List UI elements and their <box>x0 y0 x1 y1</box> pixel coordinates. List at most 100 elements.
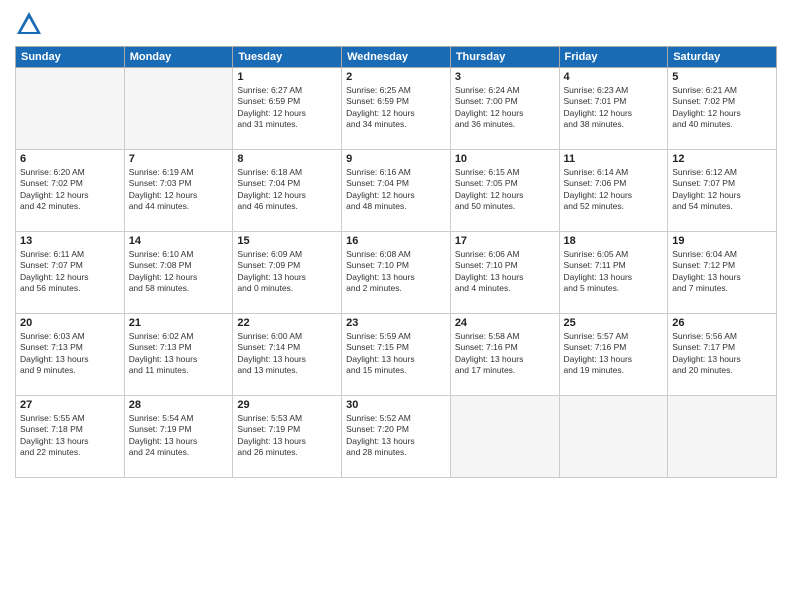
day-info: Sunrise: 6:10 AM Sunset: 7:08 PM Dayligh… <box>129 249 229 295</box>
day-number: 9 <box>346 153 446 165</box>
calendar-cell <box>16 68 125 150</box>
calendar-cell: 21 Sunrise: 6:02 AM Sunset: 7:13 PM Dayli… <box>124 314 233 396</box>
day-number: 22 <box>237 317 337 329</box>
day-number: 24 <box>455 317 555 329</box>
day-number: 25 <box>564 317 664 329</box>
day-info: Sunrise: 6:14 AM Sunset: 7:06 PM Dayligh… <box>564 167 664 213</box>
day-number: 4 <box>564 71 664 83</box>
calendar-cell: 7 Sunrise: 6:19 AM Sunset: 7:03 PM Daylig… <box>124 150 233 232</box>
day-number: 6 <box>20 153 120 165</box>
calendar-table: SundayMondayTuesdayWednesdayThursdayFrid… <box>15 46 777 478</box>
calendar-cell: 8 Sunrise: 6:18 AM Sunset: 7:04 PM Daylig… <box>233 150 342 232</box>
calendar-body: 1 Sunrise: 6:27 AM Sunset: 6:59 PM Daylig… <box>16 68 777 478</box>
calendar-week-4: 27 Sunrise: 5:55 AM Sunset: 7:18 PM Dayli… <box>16 396 777 478</box>
day-info: Sunrise: 5:57 AM Sunset: 7:16 PM Dayligh… <box>564 331 664 377</box>
header <box>15 10 777 38</box>
day-info: Sunrise: 6:12 AM Sunset: 7:07 PM Dayligh… <box>672 167 772 213</box>
calendar-cell: 6 Sunrise: 6:20 AM Sunset: 7:02 PM Daylig… <box>16 150 125 232</box>
calendar-header-thursday: Thursday <box>450 47 559 68</box>
logo <box>15 10 46 38</box>
calendar-cell: 11 Sunrise: 6:14 AM Sunset: 7:06 PM Dayli… <box>559 150 668 232</box>
calendar-cell: 18 Sunrise: 6:05 AM Sunset: 7:11 PM Dayli… <box>559 232 668 314</box>
calendar-header-monday: Monday <box>124 47 233 68</box>
calendar-cell: 27 Sunrise: 5:55 AM Sunset: 7:18 PM Dayli… <box>16 396 125 478</box>
day-info: Sunrise: 6:21 AM Sunset: 7:02 PM Dayligh… <box>672 85 772 131</box>
calendar-cell: 20 Sunrise: 6:03 AM Sunset: 7:13 PM Dayli… <box>16 314 125 396</box>
calendar-cell: 1 Sunrise: 6:27 AM Sunset: 6:59 PM Daylig… <box>233 68 342 150</box>
calendar-cell: 9 Sunrise: 6:16 AM Sunset: 7:04 PM Daylig… <box>342 150 451 232</box>
calendar-cell <box>559 396 668 478</box>
calendar-cell: 17 Sunrise: 6:06 AM Sunset: 7:10 PM Dayli… <box>450 232 559 314</box>
calendar-cell: 15 Sunrise: 6:09 AM Sunset: 7:09 PM Dayli… <box>233 232 342 314</box>
calendar-cell: 14 Sunrise: 6:10 AM Sunset: 7:08 PM Dayli… <box>124 232 233 314</box>
calendar-cell: 4 Sunrise: 6:23 AM Sunset: 7:01 PM Daylig… <box>559 68 668 150</box>
day-info: Sunrise: 5:59 AM Sunset: 7:15 PM Dayligh… <box>346 331 446 377</box>
day-info: Sunrise: 5:55 AM Sunset: 7:18 PM Dayligh… <box>20 413 120 459</box>
day-number: 11 <box>564 153 664 165</box>
calendar-cell: 2Sunrise: 6:25 AM Sunset: 6:59 PM Daylig… <box>342 68 451 150</box>
calendar-cell: 24 Sunrise: 5:58 AM Sunset: 7:16 PM Dayli… <box>450 314 559 396</box>
calendar-cell: 22 Sunrise: 6:00 AM Sunset: 7:14 PM Dayli… <box>233 314 342 396</box>
calendar-header-wednesday: Wednesday <box>342 47 451 68</box>
calendar-cell: 23 Sunrise: 5:59 AM Sunset: 7:15 PM Dayli… <box>342 314 451 396</box>
day-number: 12 <box>672 153 772 165</box>
calendar-cell: 13Sunrise: 6:11 AM Sunset: 7:07 PM Dayli… <box>16 232 125 314</box>
calendar-cell <box>668 396 777 478</box>
calendar-header-row: SundayMondayTuesdayWednesdayThursdayFrid… <box>16 47 777 68</box>
day-info: Sunrise: 6:06 AM Sunset: 7:10 PM Dayligh… <box>455 249 555 295</box>
logo-icon <box>15 10 43 38</box>
day-info: Sunrise: 5:56 AM Sunset: 7:17 PM Dayligh… <box>672 331 772 377</box>
day-info: Sunrise: 6:04 AM Sunset: 7:12 PM Dayligh… <box>672 249 772 295</box>
day-info: Sunrise: 6:02 AM Sunset: 7:13 PM Dayligh… <box>129 331 229 377</box>
calendar-cell: 16Sunrise: 6:08 AM Sunset: 7:10 PM Dayli… <box>342 232 451 314</box>
calendar-cell: 25 Sunrise: 5:57 AM Sunset: 7:16 PM Dayli… <box>559 314 668 396</box>
day-info: Sunrise: 6:20 AM Sunset: 7:02 PM Dayligh… <box>20 167 120 213</box>
day-number: 14 <box>129 235 229 247</box>
calendar-cell: 5Sunrise: 6:21 AM Sunset: 7:02 PM Daylig… <box>668 68 777 150</box>
day-number: 7 <box>129 153 229 165</box>
day-info: Sunrise: 6:23 AM Sunset: 7:01 PM Dayligh… <box>564 85 664 131</box>
day-number: 3 <box>455 71 555 83</box>
calendar-header-sunday: Sunday <box>16 47 125 68</box>
calendar-cell: 10Sunrise: 6:15 AM Sunset: 7:05 PM Dayli… <box>450 150 559 232</box>
day-info: Sunrise: 6:05 AM Sunset: 7:11 PM Dayligh… <box>564 249 664 295</box>
calendar-week-2: 13Sunrise: 6:11 AM Sunset: 7:07 PM Dayli… <box>16 232 777 314</box>
day-number: 30 <box>346 399 446 411</box>
calendar-cell: 26 Sunrise: 5:56 AM Sunset: 7:17 PM Dayli… <box>668 314 777 396</box>
day-number: 15 <box>237 235 337 247</box>
calendar-cell <box>450 396 559 478</box>
day-number: 27 <box>20 399 120 411</box>
day-info: Sunrise: 6:18 AM Sunset: 7:04 PM Dayligh… <box>237 167 337 213</box>
day-info: Sunrise: 5:58 AM Sunset: 7:16 PM Dayligh… <box>455 331 555 377</box>
day-number: 17 <box>455 235 555 247</box>
day-info: Sunrise: 5:53 AM Sunset: 7:19 PM Dayligh… <box>237 413 337 459</box>
day-number: 10 <box>455 153 555 165</box>
day-number: 28 <box>129 399 229 411</box>
calendar-cell: 19 Sunrise: 6:04 AM Sunset: 7:12 PM Dayli… <box>668 232 777 314</box>
day-number: 19 <box>672 235 772 247</box>
day-number: 20 <box>20 317 120 329</box>
day-number: 21 <box>129 317 229 329</box>
calendar-header-tuesday: Tuesday <box>233 47 342 68</box>
day-info: Sunrise: 6:09 AM Sunset: 7:09 PM Dayligh… <box>237 249 337 295</box>
day-info: Sunrise: 6:27 AM Sunset: 6:59 PM Dayligh… <box>237 85 337 131</box>
day-info: Sunrise: 6:11 AM Sunset: 7:07 PM Dayligh… <box>20 249 120 295</box>
day-info: Sunrise: 6:24 AM Sunset: 7:00 PM Dayligh… <box>455 85 555 131</box>
day-number: 2 <box>346 71 446 83</box>
day-info: Sunrise: 6:08 AM Sunset: 7:10 PM Dayligh… <box>346 249 446 295</box>
day-number: 23 <box>346 317 446 329</box>
day-info: Sunrise: 6:19 AM Sunset: 7:03 PM Dayligh… <box>129 167 229 213</box>
day-info: Sunrise: 6:03 AM Sunset: 7:13 PM Dayligh… <box>20 331 120 377</box>
day-number: 29 <box>237 399 337 411</box>
calendar-cell: 29 Sunrise: 5:53 AM Sunset: 7:19 PM Dayli… <box>233 396 342 478</box>
calendar-week-3: 20 Sunrise: 6:03 AM Sunset: 7:13 PM Dayli… <box>16 314 777 396</box>
day-number: 18 <box>564 235 664 247</box>
calendar-header-friday: Friday <box>559 47 668 68</box>
day-info: Sunrise: 6:00 AM Sunset: 7:14 PM Dayligh… <box>237 331 337 377</box>
calendar-cell: 28Sunrise: 5:54 AM Sunset: 7:19 PM Dayli… <box>124 396 233 478</box>
calendar-week-1: 6 Sunrise: 6:20 AM Sunset: 7:02 PM Daylig… <box>16 150 777 232</box>
day-number: 1 <box>237 71 337 83</box>
day-number: 8 <box>237 153 337 165</box>
day-number: 26 <box>672 317 772 329</box>
day-info: Sunrise: 6:16 AM Sunset: 7:04 PM Dayligh… <box>346 167 446 213</box>
